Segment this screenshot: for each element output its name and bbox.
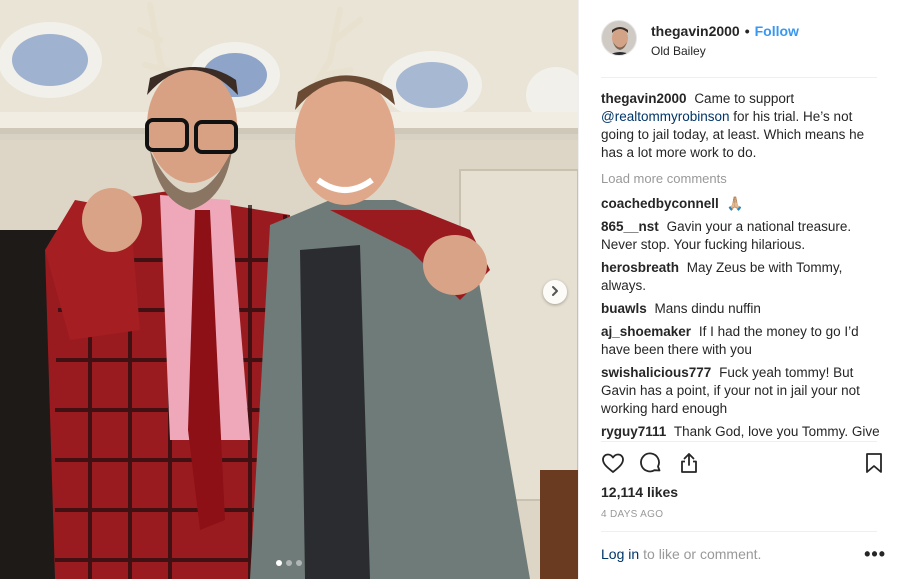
post-sidebar: thegavin2000 • Follow Old Bailey thegavi… bbox=[578, 0, 899, 579]
comments-list[interactable]: thegavin2000 Came to support @realtommyr… bbox=[601, 90, 886, 440]
load-more-comments-button[interactable]: Load more comments bbox=[601, 170, 886, 188]
share-icon bbox=[677, 453, 701, 478]
heart-icon bbox=[601, 453, 625, 478]
login-prompt: Log in to like or comment. ••• bbox=[601, 545, 886, 563]
header-user-line: thegavin2000 • Follow bbox=[651, 23, 799, 39]
avatar-image bbox=[602, 21, 636, 55]
carousel-dot bbox=[286, 560, 292, 566]
comment-username[interactable]: ryguy7111 bbox=[601, 424, 666, 439]
comment-item: swishalicious777 Fuck yeah tommy! But Ga… bbox=[601, 364, 886, 418]
login-divider bbox=[601, 531, 877, 532]
login-prompt-text: to like or comment. bbox=[643, 546, 762, 562]
comment-text: Mans dindu nuffin bbox=[654, 301, 761, 316]
likes-count[interactable]: 12,114 likes bbox=[601, 484, 678, 500]
comment-bubble-icon bbox=[639, 452, 663, 478]
share-button[interactable] bbox=[677, 451, 701, 475]
carousel-dot bbox=[296, 560, 302, 566]
post-view: thegavin2000 • Follow Old Bailey thegavi… bbox=[0, 0, 899, 579]
header-divider bbox=[601, 77, 877, 78]
comment-username[interactable]: buawls bbox=[601, 301, 647, 316]
carousel-dot bbox=[276, 560, 282, 566]
chevron-right-icon bbox=[549, 285, 561, 300]
caption-text-before: Came to support bbox=[694, 91, 795, 106]
next-photo-button[interactable] bbox=[543, 280, 567, 304]
location-link[interactable]: Old Bailey bbox=[651, 44, 799, 58]
post-photo[interactable] bbox=[0, 0, 578, 579]
comment-username[interactable]: aj_shoemaker bbox=[601, 324, 691, 339]
follow-button[interactable]: Follow bbox=[755, 23, 799, 39]
comment-username[interactable]: swishalicious777 bbox=[601, 365, 711, 380]
comment-username[interactable]: 865__nst bbox=[601, 219, 659, 234]
comment-item: herosbreath May Zeus be with Tommy, alwa… bbox=[601, 259, 886, 295]
caption-username[interactable]: thegavin2000 bbox=[601, 91, 687, 106]
caption: thegavin2000 Came to support @realtommyr… bbox=[601, 90, 886, 162]
comment-username[interactable]: coachedbyconnell bbox=[601, 196, 719, 211]
bookmark-icon bbox=[862, 453, 886, 478]
post-timestamp[interactable]: 4 DAYS AGO bbox=[601, 509, 663, 520]
post-header: thegavin2000 • Follow Old Bailey bbox=[579, 0, 899, 78]
comment-item: ryguy7111 Thank God, love you Tommy. Giv… bbox=[601, 423, 886, 440]
photo-scene bbox=[0, 0, 578, 579]
comment-button[interactable] bbox=[639, 451, 663, 475]
carousel-indicator bbox=[276, 560, 302, 566]
comment-text: 🙏🏼 bbox=[726, 196, 744, 211]
more-options-button[interactable]: ••• bbox=[864, 545, 886, 563]
separator-dot: • bbox=[744, 23, 750, 39]
mention-link[interactable]: @realtommyrobinson bbox=[601, 109, 730, 124]
login-link[interactable]: Log in bbox=[601, 546, 639, 562]
action-bar bbox=[601, 448, 886, 478]
comment-username[interactable]: herosbreath bbox=[601, 260, 679, 275]
header-text: thegavin2000 • Follow Old Bailey bbox=[651, 23, 799, 58]
comment-item: aj_shoemaker If I had the money to go I’… bbox=[601, 323, 886, 359]
comment-item: coachedbyconnell 🙏🏼 bbox=[601, 195, 886, 213]
save-button[interactable] bbox=[862, 451, 886, 475]
like-button[interactable] bbox=[601, 451, 625, 475]
comment-item: 865__nst Gavin your a national treasure.… bbox=[601, 218, 886, 254]
comment-item: buawls Mans dindu nuffin bbox=[601, 300, 886, 318]
actions-divider bbox=[601, 441, 877, 442]
username-link[interactable]: thegavin2000 bbox=[651, 23, 740, 39]
avatar[interactable] bbox=[601, 20, 637, 56]
